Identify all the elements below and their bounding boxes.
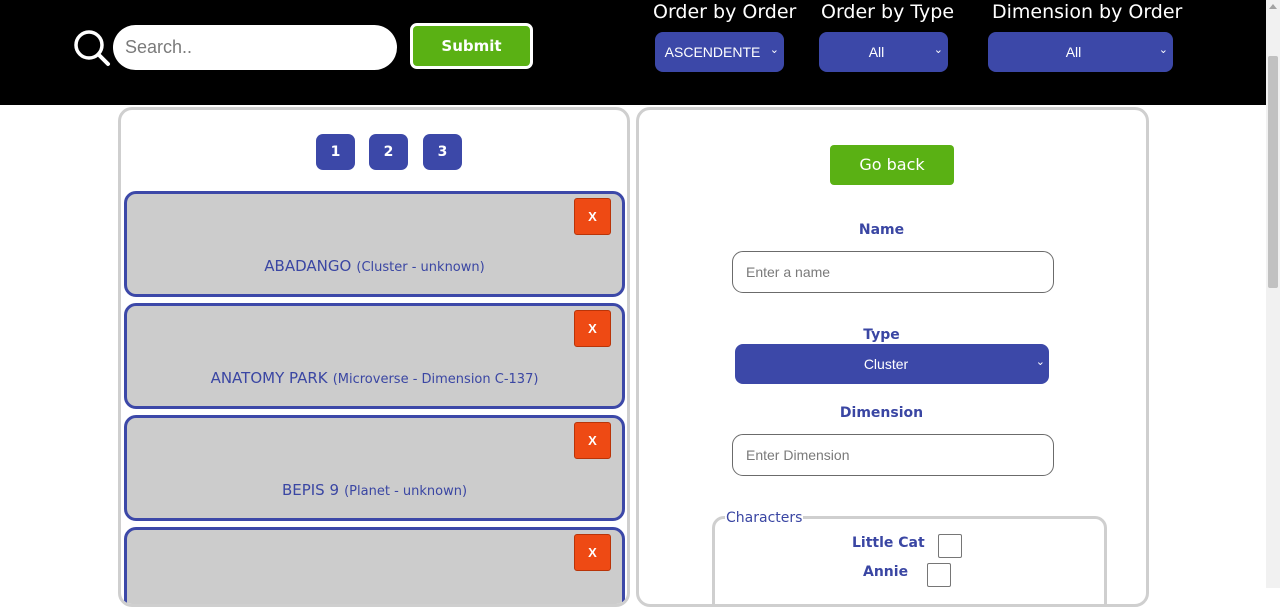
page-button-1[interactable]: 1 bbox=[316, 134, 355, 170]
chevron-down-icon: ⌄ bbox=[769, 44, 779, 56]
location-card[interactable]: X ANATOMY PARK (Microverse - Dimension C… bbox=[124, 303, 625, 409]
location-title: ANATOMY PARK (Microverse - Dimension C-1… bbox=[127, 368, 622, 387]
character-label: Little Cat bbox=[852, 535, 925, 551]
character-label: Annie bbox=[863, 564, 909, 580]
chevron-down-icon: ⌄ bbox=[933, 44, 943, 56]
go-back-button[interactable]: Go back bbox=[830, 145, 954, 185]
delete-button[interactable]: X bbox=[574, 422, 611, 459]
order-by-order-value: ASCENDENTE bbox=[664, 44, 761, 60]
location-card[interactable]: X ABADANGO (Cluster - unknown) bbox=[124, 191, 625, 297]
location-title: BEPIS 9 (Planet - unknown) bbox=[127, 480, 622, 499]
top-bar: Submit Order by Order ASCENDENTE ⌄ Order… bbox=[0, 0, 1266, 105]
page-button-3[interactable]: 3 bbox=[423, 134, 462, 170]
location-meta: (Cluster - unknown) bbox=[356, 260, 485, 275]
order-by-type-label: Order by Type bbox=[821, 1, 955, 23]
location-meta: (Planet - unknown) bbox=[344, 484, 468, 499]
name-label: Name bbox=[858, 222, 905, 238]
name-field[interactable] bbox=[732, 251, 1054, 293]
locations-list-panel: 1 2 3 X ABADANGO (Cluster - unknown) X A… bbox=[118, 107, 630, 607]
delete-button[interactable]: X bbox=[574, 534, 611, 571]
submit-button[interactable]: Submit bbox=[410, 23, 533, 69]
location-card[interactable]: X BEPIS 9 (Planet - unknown) bbox=[124, 415, 625, 521]
delete-button[interactable]: X bbox=[574, 198, 611, 235]
chevron-down-icon: ⌄ bbox=[1158, 44, 1168, 56]
location-name: BEPIS 9 bbox=[281, 481, 340, 499]
delete-button[interactable]: X bbox=[574, 310, 611, 347]
page-button-2[interactable]: 2 bbox=[369, 134, 408, 170]
location-card[interactable]: X bbox=[124, 527, 625, 604]
dimension-by-order-select[interactable]: All ⌄ bbox=[988, 32, 1173, 72]
dimension-label: Dimension bbox=[839, 405, 924, 421]
scrollbar-thumb[interactable] bbox=[1268, 56, 1278, 288]
location-title: ABADANGO (Cluster - unknown) bbox=[127, 256, 622, 275]
chevron-down-icon: ⌄ bbox=[1035, 356, 1045, 368]
search-icon bbox=[74, 30, 110, 66]
order-by-order-label: Order by Order bbox=[653, 1, 797, 23]
character-checkbox[interactable] bbox=[938, 534, 962, 558]
location-name: ANATOMY PARK bbox=[210, 369, 328, 387]
type-select[interactable]: Cluster ⌄ bbox=[735, 344, 1049, 384]
characters-fieldset bbox=[712, 516, 1107, 604]
dimension-by-order-value: All bbox=[1065, 44, 1082, 60]
characters-legend: Characters bbox=[725, 510, 804, 526]
order-by-type-value: All bbox=[868, 44, 885, 60]
location-meta: (Microverse - Dimension C-137) bbox=[332, 372, 539, 387]
scroll-up-arrow-icon[interactable] bbox=[1269, 4, 1277, 9]
order-by-type-select[interactable]: All ⌄ bbox=[819, 32, 948, 72]
location-name: ABADANGO bbox=[264, 257, 352, 275]
create-location-form: Go back Name Type Cluster ⌄ Dimension Ch… bbox=[636, 107, 1149, 607]
type-value: Cluster bbox=[863, 356, 909, 372]
dimension-by-order-label: Dimension by Order bbox=[992, 1, 1183, 23]
order-by-order-select[interactable]: ASCENDENTE ⌄ bbox=[655, 32, 784, 72]
type-label: Type bbox=[863, 327, 900, 343]
search-input[interactable] bbox=[113, 25, 397, 70]
character-checkbox[interactable] bbox=[927, 563, 951, 587]
dimension-field[interactable] bbox=[732, 434, 1054, 476]
